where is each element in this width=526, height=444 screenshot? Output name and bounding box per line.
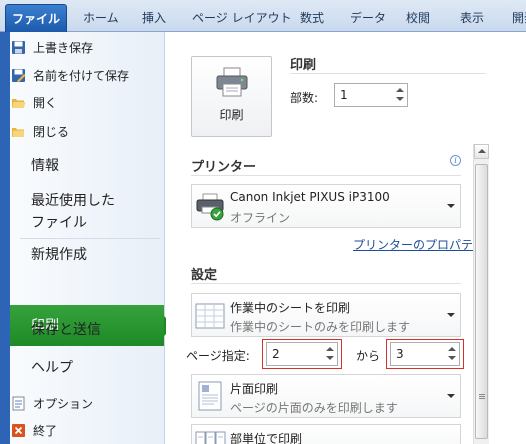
nav-close[interactable]: 閉じる <box>12 123 70 141</box>
printer-dropdown-chevron-icon <box>447 204 455 208</box>
nav-options-label: オプション <box>33 397 94 411</box>
scroll-up-arrow-icon <box>478 149 486 153</box>
tab-formulas[interactable]: 数式 <box>300 6 324 32</box>
copies-up-icon[interactable] <box>396 88 404 92</box>
tab-developer[interactable]: 開発 <box>512 6 526 32</box>
printer-properties-link[interactable]: プリンターのプロパティ <box>353 236 484 253</box>
print-scope-title: 作業中のシートを印刷 <box>230 301 351 315</box>
nav-save-label: 上書き保存 <box>33 41 94 55</box>
pages-to-label: から <box>356 349 381 363</box>
print-sides-title: 片面印刷 <box>230 382 279 396</box>
save-as-icon <box>12 69 26 83</box>
grip-line <box>479 396 485 397</box>
nav-exit[interactable]: 終了 <box>12 422 58 440</box>
print-panel: 印刷 印刷 部数: 1 プリンター i Canon Inkjet PIXUS i… <box>166 32 526 444</box>
tab-data[interactable]: データ <box>350 6 386 32</box>
copies-label: 部数: <box>290 91 319 105</box>
close-folder-icon <box>12 128 24 137</box>
copies-down-icon[interactable] <box>396 97 404 101</box>
info-icon[interactable]: i <box>450 155 461 166</box>
printer-dropdown[interactable]: Canon Inkjet PIXUS iP3100 オフライン <box>191 184 461 228</box>
settings-scrollbar[interactable] <box>473 144 489 444</box>
pages-to-up-icon[interactable] <box>448 347 456 351</box>
pages-from-stepper-buttons[interactable] <box>323 343 337 365</box>
print-button[interactable]: 印刷 <box>191 56 272 137</box>
pages-to-value: 3 <box>396 347 404 361</box>
print-scope-desc: 作業中のシートのみを印刷します <box>230 320 411 334</box>
pages-label: ページ指定: <box>186 349 250 363</box>
printer-heading: プリンター <box>191 160 257 175</box>
pages-to-stepper-buttons[interactable] <box>445 343 459 365</box>
open-folder-icon <box>12 99 26 108</box>
nav-close-label: 閉じる <box>33 125 70 139</box>
print-sides-chevron-icon <box>447 394 455 398</box>
tab-review[interactable]: 校閲 <box>406 6 430 32</box>
nav-new[interactable]: 新規作成 <box>31 244 87 266</box>
copies-value: 1 <box>340 88 348 102</box>
scroll-thumb[interactable] <box>475 164 488 439</box>
tab-page-layout[interactable]: ページ レイアウト <box>192 6 292 32</box>
scroll-up-button[interactable] <box>474 144 489 159</box>
print-scope-chevron-icon <box>447 313 455 317</box>
collate-dropdown[interactable]: 部単位で印刷 <box>191 424 461 444</box>
pages-from-down-icon[interactable] <box>326 356 334 360</box>
settings-heading: 設定 <box>191 268 218 283</box>
pages-from-up-icon[interactable] <box>326 347 334 351</box>
sheet-icon <box>195 303 225 329</box>
one-sided-icon <box>198 381 222 411</box>
nav-save[interactable]: 上書き保存 <box>12 39 94 57</box>
nav-open-label: 開く <box>33 96 58 110</box>
printer-status: オフライン <box>230 211 291 225</box>
pages-from-stepper[interactable]: 2 <box>266 342 338 366</box>
collate-icon <box>195 431 226 444</box>
copies-stepper-buttons[interactable] <box>393 84 407 106</box>
print-sides-desc: ページの片面のみを印刷します <box>230 401 398 415</box>
ribbon-tab-bar: ファイル ホーム 挿入 ページ レイアウト 数式 データ 校閲 表示 開発 <box>0 0 526 32</box>
collate-title: 部単位で印刷 <box>230 432 303 444</box>
print-scope-dropdown[interactable]: 作業中のシートを印刷 作業中のシートのみを印刷します <box>191 293 461 337</box>
printer-ready-icon <box>196 193 224 221</box>
tab-insert[interactable]: 挿入 <box>142 6 166 32</box>
nav-recent[interactable]: 最近使用した ファイル <box>31 190 115 234</box>
print-heading: 印刷 <box>290 58 317 73</box>
nav-save-as[interactable]: 名前を付けて保存 <box>12 67 130 85</box>
nav-save-send[interactable]: 保存と送信 <box>31 319 101 341</box>
nav-recent-line2: ファイル <box>31 215 87 231</box>
printer-name: Canon Inkjet PIXUS iP3100 <box>230 190 390 204</box>
pages-from-value: 2 <box>272 347 280 361</box>
nav-save-as-label: 名前を付けて保存 <box>33 69 130 83</box>
grip-line <box>479 394 485 395</box>
nav-recent-line1: 最近使用した <box>31 193 115 209</box>
nav-divider <box>20 238 160 239</box>
copies-stepper[interactable]: 1 <box>334 83 408 107</box>
printer-icon <box>216 67 248 97</box>
settings-heading-rule <box>191 283 461 284</box>
pages-to-stepper[interactable]: 3 <box>390 342 460 366</box>
print-button-label: 印刷 <box>219 108 244 122</box>
print-heading-rule <box>290 73 486 74</box>
nav-exit-label: 終了 <box>33 424 58 438</box>
options-icon <box>12 396 25 411</box>
nav-info[interactable]: 情報 <box>31 155 59 177</box>
pages-to-down-icon[interactable] <box>448 356 456 360</box>
backstage-nav: 上書き保存 名前を付けて保存 開く 閉じる 情報 最近使用した ファイル 新規作… <box>0 32 174 444</box>
save-icon <box>12 41 25 54</box>
nav-options[interactable]: オプション <box>12 395 94 413</box>
print-sides-dropdown[interactable]: 片面印刷 ページの片面のみを印刷します <box>191 374 461 418</box>
tab-home[interactable]: ホーム <box>83 6 119 32</box>
nav-help[interactable]: ヘルプ <box>31 357 73 379</box>
tab-file[interactable]: ファイル <box>5 4 67 32</box>
tab-view[interactable]: 表示 <box>460 6 484 32</box>
printer-heading-rule <box>191 175 461 176</box>
exit-icon <box>12 424 25 437</box>
nav-open[interactable]: 開く <box>12 94 58 112</box>
grip-line <box>479 398 485 399</box>
